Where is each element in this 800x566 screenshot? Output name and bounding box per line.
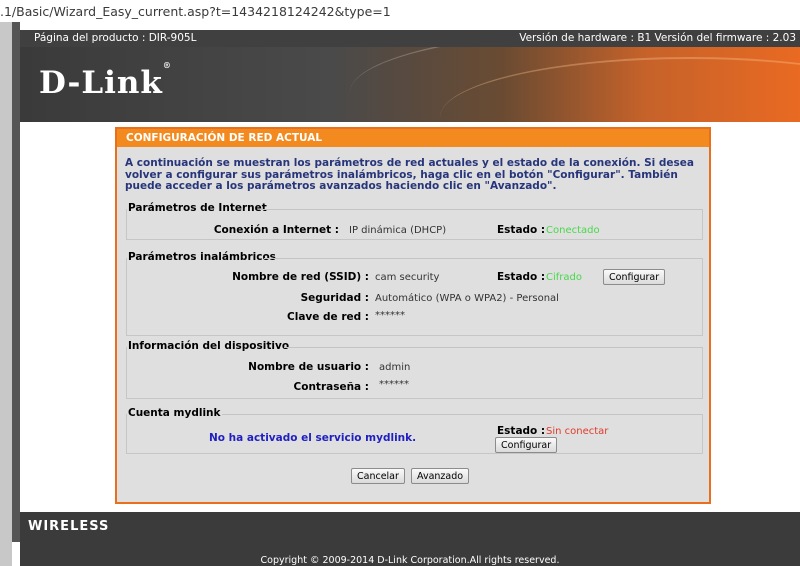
mydlink-status-label: Estado : (497, 425, 546, 437)
header-banner: D-Link® (20, 47, 800, 122)
url-text: .1/Basic/Wizard_Easy_current.asp?t=14342… (0, 4, 391, 19)
wireless-status-label: Estado : (497, 271, 546, 283)
left-frame-edge (0, 22, 12, 566)
panel-title: CONFIGURACIÓN DE RED ACTUAL (117, 129, 709, 147)
security-value: Automático (WPA o WPA2) - Personal (375, 293, 559, 304)
dlink-logo: D-Link® (39, 59, 172, 101)
intro-text: A continuación se muestran los parámetro… (125, 157, 695, 192)
mydlink-status-value: Sin conectar (546, 426, 609, 437)
username-value: admin (379, 362, 411, 373)
copyright-bar: Copyright © 2009-2014 D-Link Corporation… (20, 540, 800, 566)
copyright-text: Copyright © 2009-2014 D-Link Corporation… (260, 555, 560, 566)
left-frame-inner-edge (12, 22, 20, 542)
wireless-configure-button[interactable]: Configurar (603, 269, 666, 285)
wireless-label: WIRELESS (28, 519, 110, 534)
address-bar[interactable]: .1/Basic/Wizard_Easy_current.asp?t=14342… (0, 0, 800, 22)
network-key-label: Clave de red : (287, 311, 369, 323)
mydlink-configure-button[interactable]: Configurar (495, 437, 558, 453)
wireless-status-value: Cifrado (546, 272, 582, 283)
product-page-text: Página del producto : DIR-905L (34, 32, 197, 44)
info-strip: Página del producto : DIR-905L Versión d… (20, 30, 800, 47)
password-label: Contraseña : (293, 381, 369, 393)
advanced-button[interactable]: Avanzado (411, 468, 470, 484)
version-text: Versión de hardware : B1 Versión del fir… (519, 32, 796, 44)
internet-connection-value: IP dinámica (DHCP) (349, 225, 447, 236)
username-label: Nombre de usuario : (248, 361, 369, 373)
security-label: Seguridad : (300, 292, 369, 304)
ssid-value: cam security (375, 272, 440, 283)
section-footer-bar: WIRELESS (20, 512, 800, 540)
internet-connection-label: Conexión a Internet : (213, 224, 339, 236)
ssid-label: Nombre de red (SSID) : (232, 271, 369, 283)
internet-status-value: Conectado (546, 225, 600, 236)
mydlink-inactive-message: No ha activado el servicio mydlink. (209, 432, 417, 444)
password-value: ****** (379, 379, 409, 390)
network-settings-panel: CONFIGURACIÓN DE RED ACTUAL A continuaci… (115, 127, 711, 504)
network-key-value: ****** (375, 310, 405, 321)
internet-status-label: Estado : (497, 224, 546, 236)
device-section (126, 347, 703, 399)
cancel-button[interactable]: Cancelar (351, 468, 405, 484)
